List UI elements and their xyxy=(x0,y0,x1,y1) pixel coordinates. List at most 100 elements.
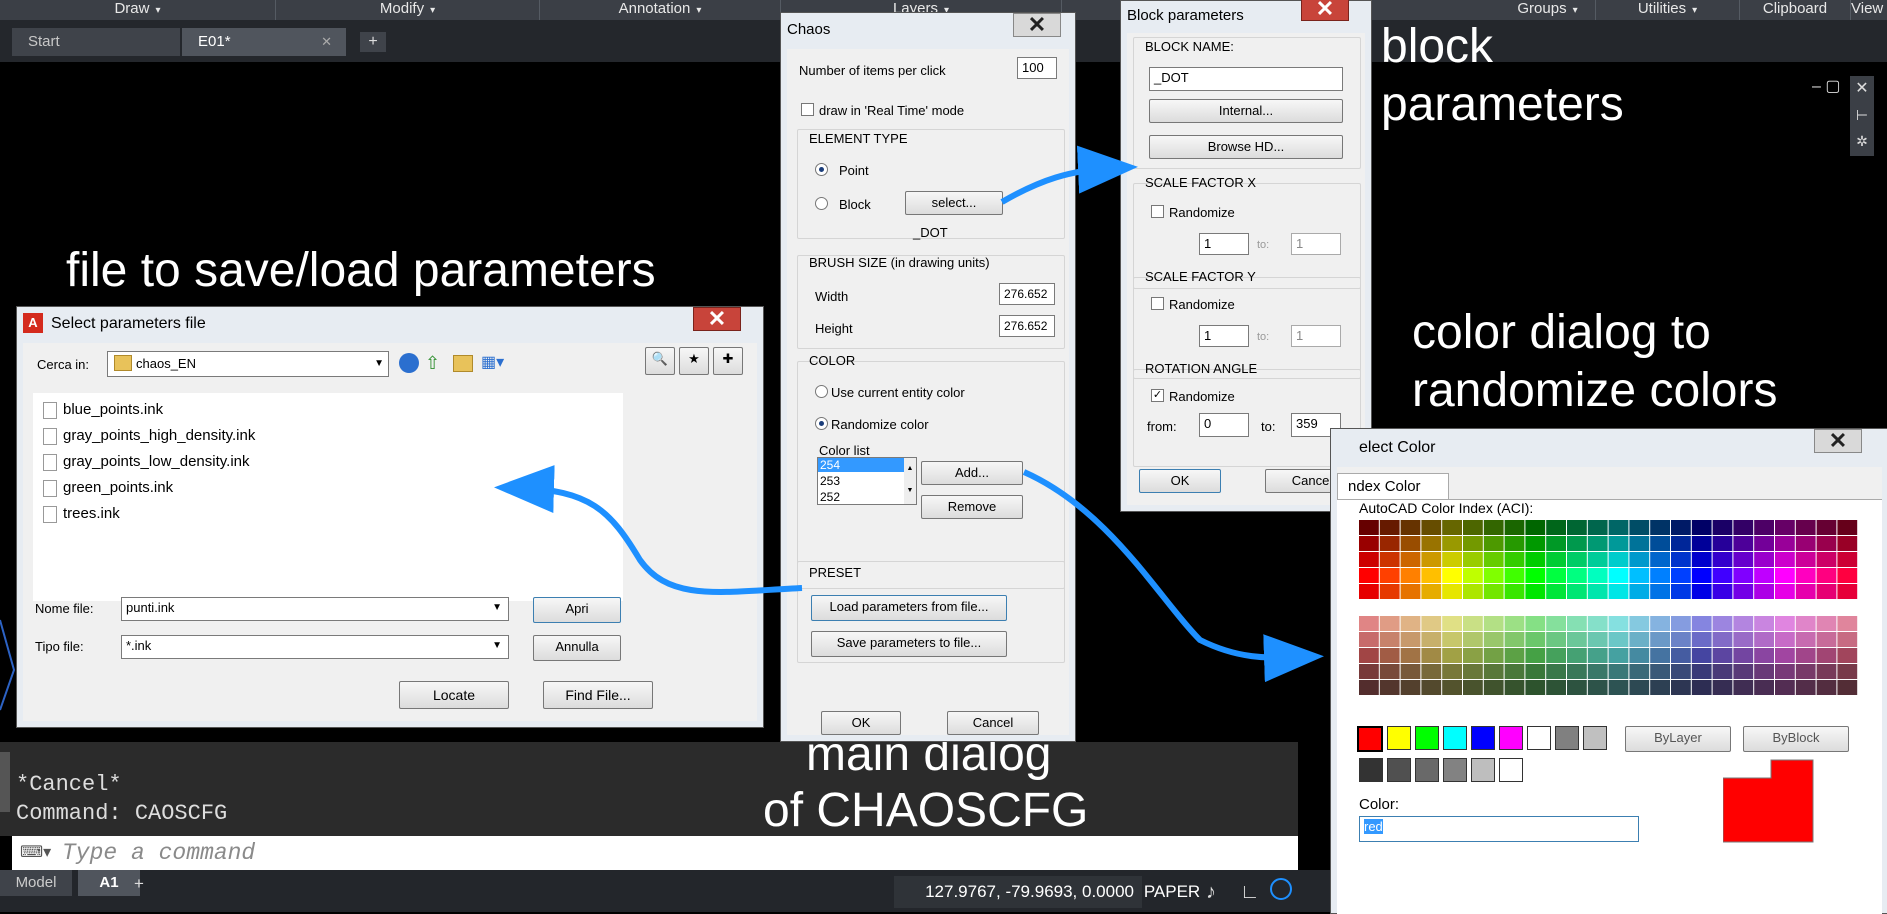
aci-swatch[interactable] xyxy=(1775,648,1795,663)
aci-swatch[interactable] xyxy=(1608,632,1629,647)
aci-swatch[interactable] xyxy=(1712,616,1733,631)
aci-swatch[interactable] xyxy=(1733,552,1754,567)
aci-swatch[interactable] xyxy=(1775,520,1795,535)
file-list[interactable]: blue_points.ink gray_points_high_density… xyxy=(33,393,623,601)
aci-swatch[interactable] xyxy=(1837,664,1858,679)
aci-swatch[interactable] xyxy=(1525,680,1546,695)
aci-swatch[interactable] xyxy=(1671,568,1691,583)
color-swatch-cyan[interactable] xyxy=(1443,726,1467,750)
aci-swatch[interactable] xyxy=(1837,584,1858,599)
aci-swatch[interactable] xyxy=(1733,568,1754,583)
aci-swatch[interactable] xyxy=(1691,536,1712,551)
aci-swatch[interactable] xyxy=(1379,616,1400,631)
aci-swatch[interactable] xyxy=(1712,520,1733,535)
aci-swatch[interactable] xyxy=(1525,536,1546,551)
aci-swatch[interactable] xyxy=(1733,632,1754,647)
aci-swatch[interactable] xyxy=(1712,584,1733,599)
cancel-button[interactable]: Annulla xyxy=(533,635,621,661)
aci-swatch[interactable] xyxy=(1483,664,1504,679)
aci-swatch[interactable] xyxy=(1712,536,1733,551)
aci-swatch[interactable] xyxy=(1587,536,1608,551)
aci-swatch[interactable] xyxy=(1359,552,1379,567)
aci-swatch[interactable] xyxy=(1816,616,1837,631)
aci-swatch[interactable] xyxy=(1359,520,1379,535)
aci-swatch[interactable] xyxy=(1400,664,1421,679)
aci-swatch[interactable] xyxy=(1567,584,1587,599)
aci-swatch[interactable] xyxy=(1775,632,1795,647)
aci-swatch[interactable] xyxy=(1671,584,1691,599)
aci-swatch[interactable] xyxy=(1359,568,1379,583)
aci-swatch[interactable] xyxy=(1379,552,1400,567)
rotation-randomize-checkbox[interactable]: ✓ xyxy=(1151,389,1164,402)
aci-swatch[interactable] xyxy=(1816,520,1837,535)
aci-swatch[interactable] xyxy=(1671,536,1691,551)
snap-icon[interactable]: ♪ xyxy=(1206,876,1234,908)
aci-swatch[interactable] xyxy=(1608,648,1629,663)
ribbon-panel-annotation[interactable]: Annotation ▾ xyxy=(540,0,781,20)
aci-swatch[interactable] xyxy=(1379,568,1400,583)
aci-swatch[interactable] xyxy=(1359,536,1379,551)
settings-icon[interactable]: ✲ xyxy=(1850,128,1874,154)
scale-x-to-field[interactable]: 1 xyxy=(1291,233,1341,255)
aci-swatch[interactable] xyxy=(1712,632,1733,647)
aci-swatch[interactable] xyxy=(1733,616,1754,631)
aci-swatch[interactable] xyxy=(1587,584,1608,599)
new-tab-button[interactable]: + xyxy=(360,32,386,52)
aci-swatch[interactable] xyxy=(1483,584,1504,599)
back-icon[interactable] xyxy=(399,353,419,373)
aci-swatch[interactable] xyxy=(1546,584,1566,599)
aci-swatch[interactable] xyxy=(1504,616,1525,631)
aci-swatch[interactable] xyxy=(1712,568,1733,583)
aci-swatch[interactable] xyxy=(1795,536,1816,551)
aci-swatch[interactable] xyxy=(1733,680,1754,695)
aci-swatch[interactable] xyxy=(1546,536,1566,551)
close-button[interactable]: ✕ xyxy=(1301,0,1349,21)
aci-swatch[interactable] xyxy=(1463,568,1483,583)
aci-swatch[interactable] xyxy=(1795,584,1816,599)
aci-swatch[interactable] xyxy=(1421,648,1442,663)
aci-swatch[interactable] xyxy=(1379,664,1400,679)
aci-swatch[interactable] xyxy=(1567,536,1587,551)
aci-swatch[interactable] xyxy=(1587,552,1608,567)
ok-button[interactable]: OK xyxy=(821,711,901,735)
aci-swatch[interactable] xyxy=(1567,568,1587,583)
block-radio[interactable] xyxy=(815,197,828,210)
aci-swatch[interactable] xyxy=(1504,680,1525,695)
aci-swatch[interactable] xyxy=(1442,664,1462,679)
use-current-color-radio[interactable] xyxy=(815,385,828,398)
aci-color-grid[interactable] xyxy=(1359,520,1859,706)
aci-swatch[interactable] xyxy=(1837,616,1858,631)
aci-swatch[interactable] xyxy=(1400,536,1421,551)
aci-swatch[interactable] xyxy=(1442,584,1462,599)
aci-swatch[interactable] xyxy=(1359,632,1379,647)
aci-swatch[interactable] xyxy=(1525,520,1546,535)
aci-swatch[interactable] xyxy=(1754,584,1774,599)
aci-swatch[interactable] xyxy=(1504,568,1525,583)
aci-swatch[interactable] xyxy=(1754,536,1774,551)
aci-swatch[interactable] xyxy=(1421,680,1442,695)
width-field[interactable]: 276.652 xyxy=(999,283,1055,305)
aci-swatch[interactable] xyxy=(1629,616,1650,631)
aci-swatch[interactable] xyxy=(1816,584,1837,599)
aci-swatch[interactable] xyxy=(1608,664,1629,679)
list-item[interactable]: 254 xyxy=(818,458,904,472)
aci-swatch[interactable] xyxy=(1504,536,1525,551)
aci-swatch[interactable] xyxy=(1712,648,1733,663)
aci-swatch[interactable] xyxy=(1587,632,1608,647)
gray-swatch-255[interactable] xyxy=(1499,758,1523,782)
aci-swatch[interactable] xyxy=(1837,552,1858,567)
color-swatch-yellow[interactable] xyxy=(1387,726,1411,750)
aci-swatch[interactable] xyxy=(1671,616,1691,631)
aci-swatch[interactable] xyxy=(1733,584,1754,599)
aci-swatch[interactable] xyxy=(1754,664,1774,679)
tab-model[interactable]: Model xyxy=(0,870,72,896)
aci-swatch[interactable] xyxy=(1359,680,1379,695)
aci-swatch[interactable] xyxy=(1629,552,1650,567)
aci-swatch[interactable] xyxy=(1463,584,1483,599)
list-item[interactable]: trees.ink xyxy=(43,505,120,523)
aci-swatch[interactable] xyxy=(1837,632,1858,647)
favorites-icon[interactable]: ★ xyxy=(679,347,709,375)
close-button[interactable]: ✕ xyxy=(1013,13,1061,37)
aci-swatch[interactable] xyxy=(1691,680,1712,695)
add-layout-button[interactable]: + xyxy=(134,874,144,894)
